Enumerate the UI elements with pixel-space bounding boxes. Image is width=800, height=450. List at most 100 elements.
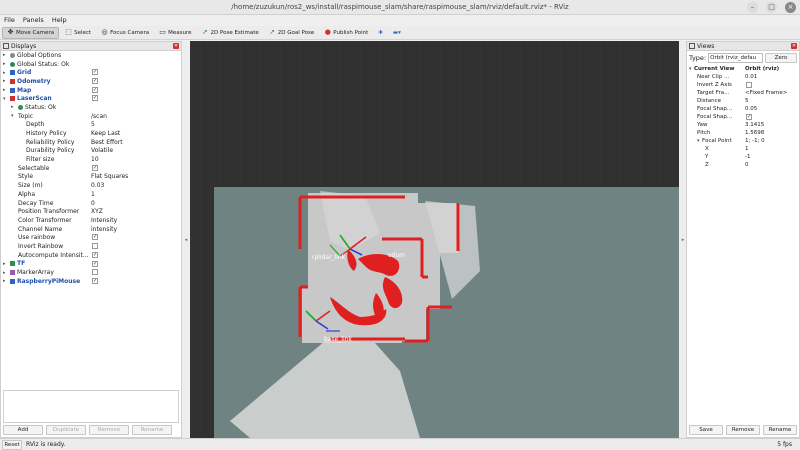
- display-checkbox[interactable]: ✓: [92, 234, 98, 241]
- reset-button[interactable]: Reset: [2, 439, 22, 450]
- view-checkbox[interactable]: ✓: [746, 114, 752, 120]
- menu-file[interactable]: File: [4, 16, 15, 24]
- expand-right-icon[interactable]: ▸: [3, 61, 8, 67]
- display-value[interactable]: Keep Last: [91, 130, 120, 137]
- duplicate-button[interactable]: Duplicate: [46, 425, 86, 435]
- tool-move-camera[interactable]: ✥ Move Camera: [2, 26, 60, 39]
- display-row-topic[interactable]: ▾ Topic/scan: [1, 112, 181, 121]
- view-row-invert-z-axis[interactable]: Invert Z Axis: [687, 81, 799, 89]
- tool-select[interactable]: ⬚ Select: [61, 27, 95, 39]
- view-value[interactable]: -1: [745, 154, 750, 160]
- display-checkbox[interactable]: ✓: [92, 260, 98, 267]
- maximize-icon[interactable]: □: [766, 2, 777, 13]
- display-row-markerarray[interactable]: ▸ MarkerArray: [1, 268, 181, 277]
- add-button[interactable]: Add: [3, 425, 43, 435]
- display-value[interactable]: 0.03: [91, 182, 104, 189]
- expand-down-icon[interactable]: ▾: [11, 113, 16, 119]
- display-value[interactable]: Flat Squares: [91, 173, 128, 180]
- display-row-tf[interactable]: ▸ TF ✓: [1, 260, 181, 269]
- display-row-history-policy[interactable]: History Policy Keep Last: [1, 129, 181, 138]
- view-value[interactable]: 3.1415: [745, 122, 764, 128]
- view-value[interactable]: 5: [745, 98, 749, 104]
- expand-right-icon[interactable]: ▸: [3, 278, 8, 284]
- display-row-odometry[interactable]: ▸ Odometry ✓: [1, 77, 181, 86]
- view-value[interactable]: Orbit (rviz): [745, 66, 779, 72]
- view-value[interactable]: 0.01: [745, 74, 757, 80]
- display-row-selectable[interactable]: Selectable ✓: [1, 164, 181, 173]
- save-view-button[interactable]: Save: [689, 425, 723, 435]
- display-checkbox[interactable]: ✓: [92, 78, 98, 85]
- tool-2d-goal-pose[interactable]: ➚ 2D Goal Pose: [265, 27, 319, 39]
- view-value[interactable]: 0.05: [745, 106, 757, 112]
- display-row-use-rainbow[interactable]: Use rainbow ✓: [1, 233, 181, 242]
- view-value[interactable]: 1: [745, 146, 749, 152]
- display-value[interactable]: Best Effort: [91, 139, 123, 146]
- view-row-near-clip[interactable]: Near Clip ... 0.01: [687, 73, 799, 81]
- display-row-global-status-ok[interactable]: ▸ Global Status: Ok: [1, 60, 181, 69]
- expand-right-icon[interactable]: ▸: [3, 70, 8, 76]
- display-row-autocompute-intensit[interactable]: Autocompute Intensit... ✓: [1, 251, 181, 260]
- expand-right-icon[interactable]: ▸: [11, 104, 16, 110]
- view-checkbox[interactable]: [746, 82, 752, 88]
- display-value[interactable]: 0: [91, 200, 95, 207]
- expand-down-icon[interactable]: ▾: [3, 96, 8, 102]
- display-checkbox[interactable]: ✓: [92, 164, 98, 171]
- display-row-filter-size[interactable]: Filter size 10: [1, 155, 181, 164]
- view-row-focal-point[interactable]: ▾ Focal Point 1; -1; 0: [687, 137, 799, 145]
- remove-view-button[interactable]: Remove: [726, 425, 760, 435]
- display-row-raspberrypimouse[interactable]: ▸ RaspberryPiMouse ✓: [1, 277, 181, 286]
- expand-right-icon[interactable]: ▸: [3, 52, 8, 58]
- display-row-grid[interactable]: ▸ Grid ✓: [1, 68, 181, 77]
- display-row-style[interactable]: Style Flat Squares: [1, 173, 181, 182]
- views-type-select[interactable]: Orbit (rviz_defau: [708, 53, 763, 63]
- close-icon[interactable]: ✕: [173, 43, 179, 49]
- view-row-target-fra[interactable]: Target Fra... <Fixed Frame>: [687, 89, 799, 97]
- menu-help[interactable]: Help: [52, 16, 67, 24]
- tool-focus-camera[interactable]: ◎ Focus Camera: [97, 27, 153, 39]
- zero-button[interactable]: Zero: [764, 53, 797, 63]
- view-row-distance[interactable]: Distance 5: [687, 97, 799, 105]
- expand-right-icon[interactable]: ▸: [3, 261, 8, 267]
- display-row-channel-name[interactable]: Channel Name intensity: [1, 225, 181, 234]
- expand-right-icon[interactable]: ▸: [3, 270, 8, 276]
- view-row-current-view[interactable]: ▾ Current View Orbit (rviz): [687, 65, 799, 73]
- display-value[interactable]: intensity: [91, 226, 117, 233]
- display-value[interactable]: 5: [91, 121, 95, 128]
- view-value[interactable]: 1; -1; 0: [745, 138, 765, 144]
- view-row-focal-shap[interactable]: Focal Shap... ✓: [687, 113, 799, 121]
- display-checkbox[interactable]: ✓: [92, 86, 98, 93]
- minimize-icon[interactable]: –: [747, 2, 758, 13]
- display-checkbox[interactable]: ✓: [92, 277, 98, 284]
- view-row-yaw[interactable]: Yaw 3.1415: [687, 121, 799, 129]
- menu-panels[interactable]: Panels: [23, 16, 44, 24]
- display-row-reliability-policy[interactable]: Reliability Policy Best Effort: [1, 138, 181, 147]
- display-row-global-options[interactable]: ▸ Global Options: [1, 51, 181, 60]
- expand-right-icon[interactable]: ▸: [3, 87, 8, 93]
- view-value[interactable]: <Fixed Frame>: [745, 90, 787, 96]
- close-icon[interactable]: ✕: [791, 43, 797, 49]
- view-row-focal-shap[interactable]: Focal Shap... 0.05: [687, 105, 799, 113]
- close-icon[interactable]: ×: [785, 2, 796, 13]
- rename-view-button[interactable]: Rename: [763, 425, 797, 435]
- display-row-depth[interactable]: Depth 5: [1, 121, 181, 130]
- display-checkbox[interactable]: [92, 243, 98, 250]
- remove-button[interactable]: Remove: [89, 425, 129, 435]
- tool-publish-point[interactable]: ● Publish Point: [320, 27, 372, 39]
- display-row-size-m[interactable]: Size (m) 0.03: [1, 181, 181, 190]
- display-row-map[interactable]: ▸ Map ✓: [1, 86, 181, 95]
- display-value[interactable]: Volatile: [91, 147, 113, 154]
- view-row-x[interactable]: X1: [687, 145, 799, 153]
- display-checkbox[interactable]: ✓: [92, 95, 98, 102]
- minus-dropdown-icon[interactable]: ▬▾: [389, 27, 405, 39]
- view-row-y[interactable]: Y -1: [687, 153, 799, 161]
- view-value[interactable]: 0: [745, 162, 749, 168]
- tool-2d-pose-estimate[interactable]: ➚ 2D Pose Estimate: [197, 27, 262, 39]
- display-row-laserscan[interactable]: ▾ LaserScan ✓: [1, 94, 181, 103]
- display-row-position-transformer[interactable]: Position Transformer XYZ: [1, 207, 181, 216]
- display-value[interactable]: XYZ: [91, 208, 103, 215]
- view-row-pitch[interactable]: Pitch 1.5698: [687, 129, 799, 137]
- view-value[interactable]: 1.5698: [745, 130, 764, 136]
- display-row-status-ok[interactable]: ▸ Status: Ok: [1, 103, 181, 112]
- display-row-alpha[interactable]: Alpha 1: [1, 190, 181, 199]
- display-checkbox[interactable]: ✓: [92, 251, 98, 258]
